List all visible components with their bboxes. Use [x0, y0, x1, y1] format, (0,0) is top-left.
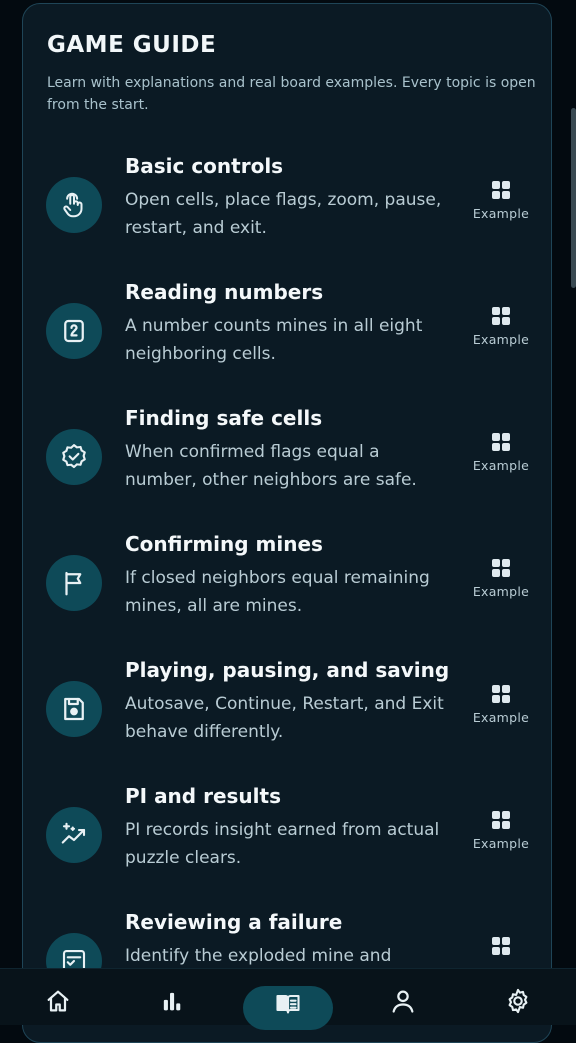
example-label: Example — [472, 332, 530, 347]
topic-description: Identify the exploded mine and — [125, 946, 392, 966]
topic-description: When confirmed flags equal a number, oth… — [125, 442, 417, 490]
example-label: Example — [472, 836, 530, 851]
sparkle-trend-icon — [46, 807, 102, 863]
example-label: Example — [472, 584, 530, 599]
example-label: Example — [472, 710, 530, 725]
example-button[interactable]: Example — [461, 428, 541, 488]
grid-icon — [492, 559, 510, 577]
topic-description: PI records insight earned from actual pu… — [125, 820, 440, 868]
example-button[interactable]: Example — [461, 302, 541, 362]
verified-badge-icon — [46, 429, 102, 485]
page-title: GAME GUIDE — [47, 32, 217, 58]
topic-title: Reading numbers — [125, 280, 324, 304]
topic-finding-safe-cells[interactable]: Finding safe cells When confirmed flags … — [23, 384, 553, 510]
topic-playing-pausing-saving[interactable]: Playing, pausing, and saving Autosave, C… — [23, 636, 553, 762]
grid-icon — [492, 433, 510, 451]
settings-gear-icon[interactable] — [498, 981, 538, 1021]
topic-description: Open cells, place flags, zoom, pause, re… — [125, 190, 442, 238]
topic-description: A number counts mines in all eight neigh… — [125, 316, 423, 364]
grid-icon — [492, 811, 510, 829]
guide-book-icon[interactable] — [268, 983, 308, 1023]
example-label: Example — [472, 458, 530, 473]
topic-confirming-mines[interactable]: Confirming mines If closed neighbors equ… — [23, 510, 553, 636]
profile-icon[interactable] — [383, 981, 423, 1021]
example-button[interactable]: Example — [461, 176, 541, 236]
grid-icon — [492, 937, 510, 955]
topic-title: Confirming mines — [125, 532, 323, 556]
grid-icon — [492, 685, 510, 703]
topic-pi-and-results[interactable]: PI and results PI records insight earned… — [23, 762, 553, 888]
save-icon — [46, 681, 102, 737]
topic-title: Reviewing a failure — [125, 910, 343, 934]
topic-basic-controls[interactable]: Basic controls Open cells, place flags, … — [23, 132, 553, 258]
stats-bar-icon[interactable] — [152, 981, 192, 1021]
topic-description: If closed neighbors equal remaining mine… — [125, 568, 430, 616]
scrollbar[interactable] — [571, 108, 576, 288]
example-button[interactable]: Example — [461, 680, 541, 740]
page-subtitle: Learn with explanations and real board e… — [47, 75, 536, 113]
topic-reading-numbers[interactable]: Reading numbers A number counts mines in… — [23, 258, 553, 384]
topic-title: Finding safe cells — [125, 406, 323, 430]
grid-icon — [492, 181, 510, 199]
game-guide-panel: GAME GUIDE Learn with explanations and r… — [22, 3, 552, 1043]
topic-description: Autosave, Continue, Restart, and Exit be… — [125, 694, 444, 742]
example-button[interactable]: Example — [461, 806, 541, 866]
bottom-nav — [0, 968, 576, 1030]
home-icon[interactable] — [38, 981, 78, 1021]
topic-title: PI and results — [125, 784, 281, 808]
example-button[interactable]: Example — [461, 554, 541, 614]
flag-icon — [46, 555, 102, 611]
number-two-box-icon — [46, 303, 102, 359]
example-label: Example — [472, 206, 530, 221]
topic-title: Basic controls — [125, 154, 284, 178]
grid-icon — [492, 307, 510, 325]
topic-title: Playing, pausing, and saving — [125, 658, 450, 682]
tap-gesture-icon — [46, 177, 102, 233]
